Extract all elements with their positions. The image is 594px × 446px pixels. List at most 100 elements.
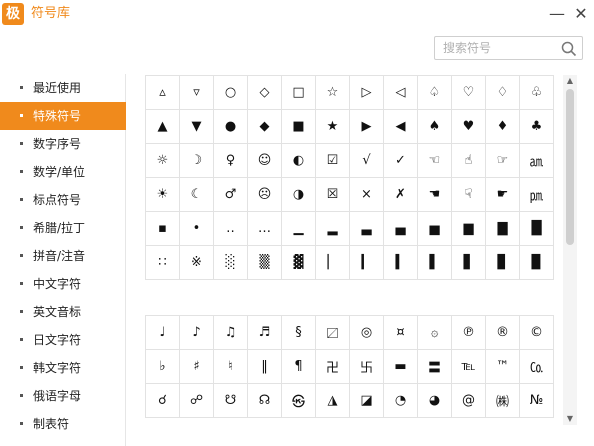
symbol-cell[interactable]: √ [349,143,384,178]
symbol-cell[interactable]: ♡ [451,75,486,110]
symbol-cell[interactable]: ▵ [145,75,180,110]
scroll-up-arrow[interactable]: ▲ [563,75,577,87]
symbol-cell[interactable]: 卍 [315,349,350,384]
symbol-cell[interactable]: ♂ [213,177,248,212]
sidebar-item[interactable]: 标点符号 [0,186,126,214]
symbol-cell[interactable]: ☀ [145,177,180,212]
symbol-cell[interactable]: ▬ [383,349,418,384]
symbol-cell[interactable]: ▉ [519,245,554,280]
symbol-cell[interactable]: ◎ [349,315,384,350]
symbol-cell[interactable]: ● [213,109,248,144]
symbol-cell[interactable]: ♫ [213,315,248,350]
symbol-cell[interactable]: ㈱ [485,383,520,418]
symbol-cell[interactable]: ℡ [451,349,486,384]
symbol-cell[interactable]: ♢ [485,75,520,110]
symbol-cell[interactable]: ㏂ [519,143,554,178]
symbol-cell[interactable]: ▆ [451,211,486,246]
sidebar-item[interactable]: 拼音/注音 [0,242,126,270]
symbol-cell[interactable]: ░ [213,245,248,280]
symbol-cell[interactable]: ☌ [145,383,180,418]
symbol-cell[interactable]: ☒ [315,177,350,212]
symbol-cell[interactable]: █ [519,211,554,246]
symbol-cell[interactable]: ▷ [349,75,384,110]
symbol-cell[interactable]: × [349,177,384,212]
symbol-cell[interactable]: § [281,315,316,350]
symbol-cell[interactable]: ™ [485,349,520,384]
symbol-cell[interactable]: ○ [213,75,248,110]
symbol-cell[interactable]: ۞ [417,315,452,350]
symbol-cell[interactable]: ✗ [383,177,418,212]
symbol-cell[interactable]: ▂ [315,211,350,246]
vertical-scrollbar[interactable]: ▲ ▼ [563,75,577,425]
symbol-cell[interactable]: ㉿ [281,383,316,418]
symbol-cell[interactable]: № [519,383,554,418]
symbol-cell[interactable]: ☍ [179,383,214,418]
symbol-cell[interactable]: ¶ [281,349,316,384]
symbol-cell[interactable]: ◀ [383,109,418,144]
symbol-cell[interactable]: ☜ [417,143,452,178]
symbol-cell[interactable]: ▼ [179,109,214,144]
symbol-cell[interactable]: ☚ [417,177,452,212]
symbol-cell[interactable]: ▃ [349,211,384,246]
symbol-cell[interactable]: ◑ [281,177,316,212]
symbol-cell[interactable]: ♧ [519,75,554,110]
symbol-cell[interactable]: ♥ [451,109,486,144]
symbol-cell[interactable]: ㏘ [519,177,554,212]
symbol-cell[interactable]: ☋ [213,383,248,418]
symbol-cell[interactable]: ▍ [383,245,418,280]
symbol-cell[interactable]: ※ [179,245,214,280]
symbol-cell[interactable]: ▊ [485,245,520,280]
symbol-cell[interactable]: ☺ [247,143,282,178]
symbol-cell[interactable]: ♀ [213,143,248,178]
symbol-cell[interactable]: ▿ [179,75,214,110]
symbol-cell[interactable]: 〼 [315,315,350,350]
symbol-cell[interactable]: ♤ [417,75,452,110]
symbol-cell[interactable]: ▋ [451,245,486,280]
symbol-cell[interactable]: ☾ [179,177,214,212]
scroll-thumb[interactable] [566,89,574,245]
symbol-cell[interactable]: 卐 [349,349,384,384]
sidebar-item[interactable]: 中文字符 [0,270,126,298]
symbol-cell[interactable]: ◐ [281,143,316,178]
symbol-cell[interactable]: ㏇ [519,349,554,384]
symbol-cell[interactable]: … [247,211,282,246]
symbol-cell[interactable]: ☼ [145,143,180,178]
symbol-cell[interactable]: ▪ [145,211,180,246]
minimize-button[interactable]: — [548,4,566,24]
sidebar-item[interactable]: 俄语字母 [0,382,126,410]
symbol-cell[interactable]: ® [485,315,520,350]
sidebar-item[interactable]: 数学/单位 [0,158,126,186]
sidebar-item[interactable]: 制表符 [0,410,126,438]
symbol-cell[interactable]: ☽ [179,143,214,178]
symbol-cell[interactable]: ♪ [179,315,214,350]
symbol-cell[interactable]: ▶ [349,109,384,144]
symbol-cell[interactable]: ☟ [451,177,486,212]
symbol-cell[interactable]: ☝ [451,143,486,178]
symbol-cell[interactable]: ♬ [247,315,282,350]
symbol-cell[interactable]: ▁ [281,211,316,246]
symbol-cell[interactable]: ‥ [213,211,248,246]
symbol-cell[interactable]: 〓 [417,349,452,384]
symbol-cell[interactable]: ♮ [213,349,248,384]
scroll-down-arrow[interactable]: ▼ [563,413,577,425]
symbol-cell[interactable]: ∷ [145,245,180,280]
symbol-cell[interactable]: ◔ [383,383,418,418]
sidebar-item[interactable]: 英文音标 [0,298,126,326]
symbol-cell[interactable]: ▌ [417,245,452,280]
symbol-cell[interactable]: ☑ [315,143,350,178]
search-icon[interactable] [560,40,578,58]
symbol-cell[interactable]: ■ [281,109,316,144]
symbol-cell[interactable]: ♠ [417,109,452,144]
symbol-cell[interactable]: ℗ [451,315,486,350]
symbol-cell[interactable]: ◆ [247,109,282,144]
close-button[interactable]: ✕ [572,4,590,24]
sidebar-item[interactable]: 特殊符号 [0,102,126,130]
symbol-cell[interactable]: ♣ [519,109,554,144]
sidebar-item[interactable]: 最近使用 [0,74,126,102]
symbol-cell[interactable]: ▲ [145,109,180,144]
symbol-cell[interactable]: ☛ [485,177,520,212]
sidebar-item[interactable]: 韩文字符 [0,354,126,382]
symbol-cell[interactable]: ▅ [417,211,452,246]
symbol-cell[interactable]: ◮ [315,383,350,418]
symbol-cell[interactable]: □ [281,75,316,110]
